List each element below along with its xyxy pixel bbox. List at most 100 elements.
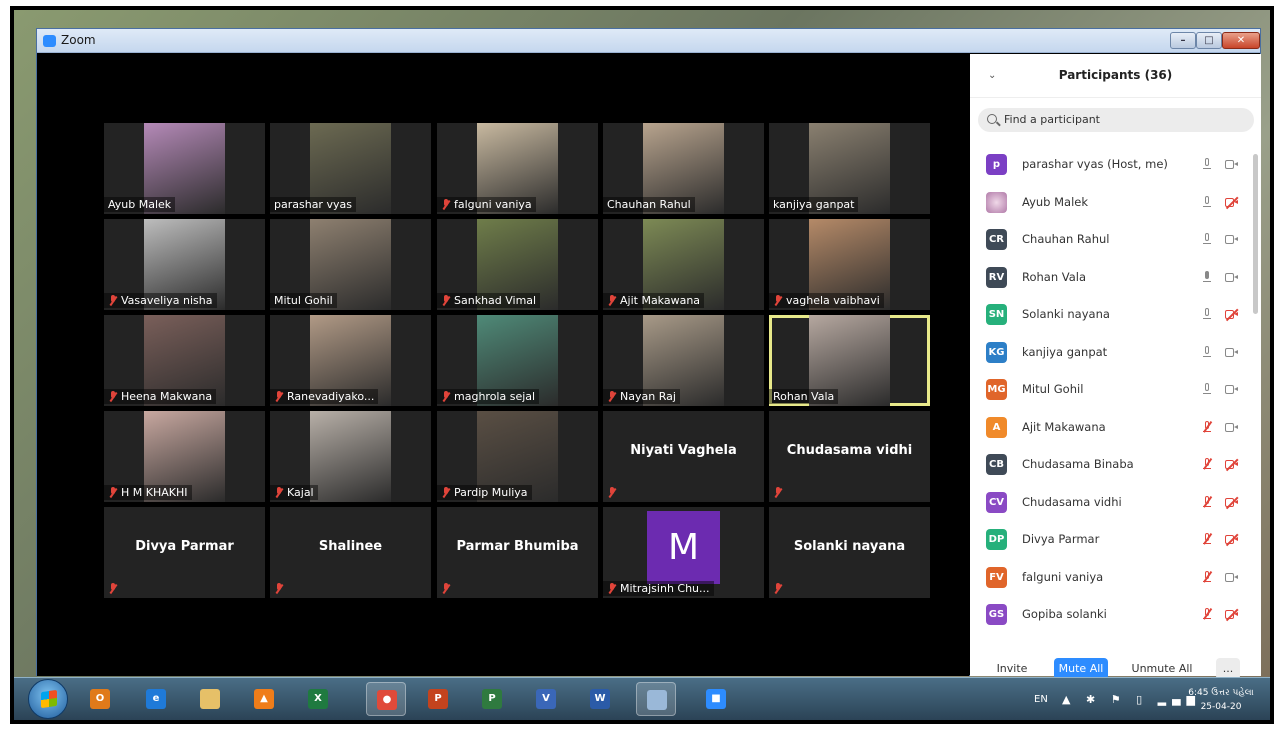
video-tile[interactable]: Heena Makwana	[104, 315, 265, 406]
scrollbar[interactable]	[1253, 154, 1258, 314]
video-tile[interactable]: Parmar Bhumiba	[437, 507, 598, 598]
taskbar-button[interactable]: X	[298, 682, 338, 716]
clock[interactable]: 6:45 ઉત્તર પહેલા 25-04-20	[1186, 686, 1256, 714]
video-tile[interactable]: Shalinee	[270, 507, 431, 598]
start-button[interactable]	[28, 679, 68, 719]
participant-row[interactable]: GS Gopiba solanki	[970, 596, 1250, 633]
video-tile[interactable]: Vasaveliya nisha	[104, 219, 265, 310]
participant-name: Gopiba solanki	[1022, 607, 1107, 621]
avatar: RV	[986, 266, 1007, 288]
mic-muted-icon[interactable]	[1202, 570, 1212, 583]
video-tile[interactable]: parashar vyas	[270, 123, 431, 214]
taskbar-button[interactable]: ▲	[244, 682, 284, 716]
video-camera-icon[interactable]	[1225, 347, 1239, 357]
taskbar-button[interactable]: O	[80, 682, 120, 716]
video-tile[interactable]: Rohan Vala	[769, 315, 930, 406]
taskbar-button[interactable]: P	[472, 682, 512, 716]
participant-name: Rohan Vala	[1022, 269, 1087, 284]
video-camera-icon[interactable]	[1225, 422, 1239, 432]
video-off-icon[interactable]	[1225, 535, 1239, 544]
taskbar-button[interactable]: W	[580, 682, 620, 716]
language-indicator[interactable]: EN	[1034, 694, 1048, 705]
taskbar-button[interactable]: ●	[366, 682, 406, 716]
participant-row[interactable]: A Ajit Makawana	[970, 409, 1250, 446]
microphone-icon[interactable]	[1202, 195, 1212, 208]
participant-row[interactable]: MG Mitul Gohil	[970, 371, 1250, 408]
video-tile[interactable]: Chauhan Rahul	[603, 123, 764, 214]
mic-muted-icon[interactable]	[1202, 420, 1212, 433]
video-tile[interactable]: Divya Parmar	[104, 507, 265, 598]
maximize-button[interactable]: □	[1196, 32, 1222, 49]
microphone-icon[interactable]	[1202, 383, 1212, 395]
video-camera-icon[interactable]	[1225, 572, 1239, 582]
participant-row[interactable]: Ayub Malek	[970, 184, 1250, 221]
participant-name: kanjiya ganpat	[773, 198, 855, 211]
participant-name: Ayub Malek	[1022, 194, 1089, 209]
video-tile[interactable]: Nayan Raj	[603, 315, 764, 406]
video-off-icon[interactable]	[1225, 310, 1239, 319]
video-tile[interactable]: Ranevadiyako...	[270, 315, 431, 406]
video-off-icon[interactable]	[1225, 197, 1239, 207]
bluetooth-icon[interactable]: ✱	[1086, 693, 1101, 706]
video-tile[interactable]: Pardip Muliya	[437, 411, 598, 502]
show-hidden-icon[interactable]: ▲	[1062, 693, 1076, 706]
video-camera-icon[interactable]	[1225, 385, 1239, 394]
video-camera-icon[interactable]	[1225, 160, 1239, 169]
mic-muted-icon[interactable]	[1202, 458, 1212, 470]
participant-row[interactable]: FV falguni vaniya	[970, 559, 1250, 596]
taskbar-button[interactable]: V	[526, 682, 566, 716]
mic-muted-icon[interactable]	[1202, 533, 1212, 545]
video-tile[interactable]: maghrola sejal	[437, 315, 598, 406]
video-off-icon[interactable]	[1225, 610, 1239, 619]
title-bar[interactable]: Zoom – □ ✕	[37, 29, 1260, 53]
participant-row[interactable]: CV Chudasama vidhi	[970, 484, 1250, 521]
video-tile[interactable]: falguni vaniya	[437, 123, 598, 214]
video-tile[interactable]: Ajit Makawana	[603, 219, 764, 310]
participant-row[interactable]: SN Solanki nayana	[970, 296, 1250, 333]
video-tile[interactable]: Niyati Vaghela	[603, 411, 764, 502]
video-tile[interactable]: Solanki nayana	[769, 507, 930, 598]
video-tile[interactable]: vaghela vaibhavi	[769, 219, 930, 310]
taskbar-button[interactable]: P	[418, 682, 458, 716]
minimize-icon: –	[1180, 35, 1186, 46]
video-tile[interactable]: M Mitrajsinh Chu...	[603, 507, 764, 598]
search-input[interactable]: Find a participant	[978, 108, 1254, 132]
video-tile[interactable]: Sankhad Vimal	[437, 219, 598, 310]
microphone-icon[interactable]	[1202, 308, 1212, 320]
tray-icons[interactable]: ▲ ✱ ⚑ ▯ ▂▄▆	[1062, 693, 1201, 706]
video-camera-icon[interactable]	[1225, 272, 1239, 282]
video-off-icon[interactable]	[1225, 460, 1239, 469]
video-tile[interactable]: Mitul Gohil	[270, 219, 431, 310]
participant-row[interactable]: CB Chudasama Binaba	[970, 446, 1250, 483]
video-camera-icon[interactable]	[1225, 235, 1239, 244]
microphone-icon[interactable]	[1202, 233, 1212, 245]
window-title: Zoom	[61, 33, 96, 47]
taskbar-button[interactable]: ■	[696, 682, 736, 716]
participant-row[interactable]: DP Divya Parmar	[970, 521, 1250, 558]
participant-row[interactable]: CR Chauhan Rahul	[970, 221, 1250, 258]
taskbar-button[interactable]	[636, 682, 676, 716]
video-tile[interactable]: Chudasama vidhi	[769, 411, 930, 502]
minimize-button[interactable]: –	[1170, 32, 1196, 49]
microphone-icon[interactable]	[1202, 158, 1212, 170]
video-tile[interactable]: H M KHAKHI	[104, 411, 265, 502]
video-off-icon[interactable]	[1225, 497, 1239, 507]
battery-icon[interactable]: ▯	[1136, 693, 1148, 706]
taskbar-button[interactable]	[190, 682, 230, 716]
video-tile[interactable]: Ayub Malek	[104, 123, 265, 214]
video-tile[interactable]: kanjiya ganpat	[769, 123, 930, 214]
microphone-icon[interactable]	[1202, 345, 1212, 358]
participant-name: Mitul Gohil	[1022, 382, 1084, 396]
flag-icon[interactable]: ⚑	[1111, 693, 1127, 706]
participant-name: Heena Makwana	[121, 390, 213, 403]
video-tile[interactable]: Kajal	[270, 411, 431, 502]
mic-muted-icon[interactable]	[1202, 608, 1212, 620]
mic-muted-icon[interactable]	[1202, 495, 1212, 508]
participant-row[interactable]: RV Rohan Vala	[970, 259, 1250, 296]
microphone-icon[interactable]	[1202, 270, 1212, 283]
participant-row[interactable]: KG kanjiya ganpat	[970, 334, 1250, 371]
taskbar-button[interactable]: e	[136, 682, 176, 716]
participant-row[interactable]: p parashar vyas (Host, me)	[970, 146, 1250, 183]
close-button[interactable]: ✕	[1222, 32, 1260, 49]
zoom-app-icon	[43, 35, 56, 47]
